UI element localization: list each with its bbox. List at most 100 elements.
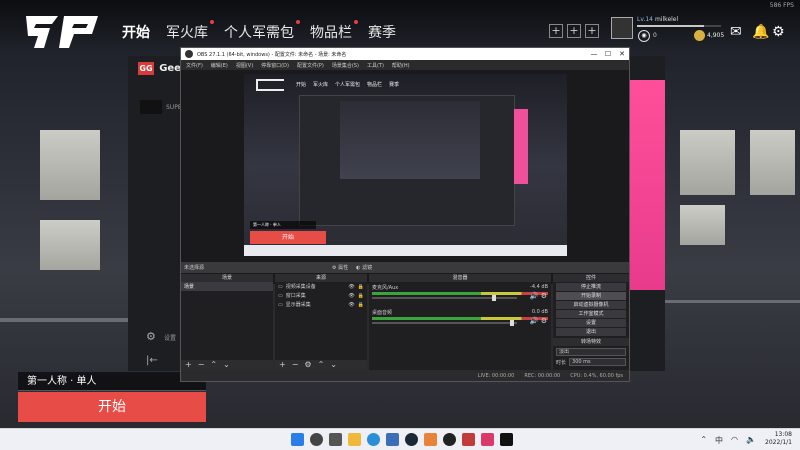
taskbar-clock[interactable]: 13:08 2022/1/1	[765, 431, 792, 447]
bg-rail	[0, 318, 128, 322]
transition-select[interactable]: 淡出	[556, 348, 626, 356]
lock-icon[interactable]: 🔒	[358, 302, 364, 308]
source-label: 视频采集设备	[285, 284, 316, 290]
taskbar-apps	[291, 433, 513, 446]
edge-icon[interactable]	[367, 433, 380, 446]
start-recording-button[interactable]: 开始录制	[556, 292, 626, 300]
menu-help[interactable]: 帮助(H)	[392, 62, 410, 69]
store-icon[interactable]	[386, 433, 399, 446]
speaker-gear-icon[interactable]: 🔊 ⚙	[530, 317, 547, 325]
party-slot-button[interactable]: +	[549, 24, 563, 38]
scenes-panel: 场景 场景 + − ⌃ ⌄	[181, 274, 273, 370]
channel-name: 麦克风/Aux	[372, 285, 399, 291]
preview-nav-item: 赛季	[389, 82, 400, 88]
speaker-gear-icon[interactable]: 🔊 ⚙	[530, 292, 547, 300]
lock-icon[interactable]: 🔒	[358, 293, 364, 299]
close-icon[interactable]: ✕	[615, 50, 629, 58]
up-icon[interactable]: ⌃	[210, 360, 217, 370]
obs-taskbar-icon[interactable]	[443, 433, 456, 446]
menu-view[interactable]: 视图(V)	[236, 62, 253, 69]
collapse-icon[interactable]: |←	[146, 355, 158, 366]
eye-icon[interactable]: 👁	[348, 293, 354, 299]
nav-inventory[interactable]: 物品栏	[310, 20, 358, 42]
menu-scene-collection[interactable]: 场景集合(S)	[332, 62, 359, 69]
steam-icon[interactable]	[405, 433, 418, 446]
party-slot-button[interactable]: +	[585, 24, 599, 38]
party-slot-button[interactable]: +	[567, 24, 581, 38]
start-menu-icon[interactable]	[291, 433, 304, 446]
minimize-icon[interactable]: —	[587, 50, 601, 58]
volume-icon[interactable]: 🔈	[746, 435, 756, 446]
duration-input[interactable]: 300 ms	[569, 358, 626, 366]
source-item[interactable]: ▭ 显示器采集 👁 🔒	[275, 300, 367, 309]
volume-slider[interactable]	[372, 320, 517, 326]
nav-season[interactable]: 赛季	[368, 22, 396, 42]
volume-thumb[interactable]	[510, 320, 514, 326]
super-logo-icon	[140, 100, 162, 114]
down-icon[interactable]: ⌄	[223, 360, 230, 370]
eye-icon[interactable]: 👁	[348, 302, 354, 308]
bell-icon[interactable]: 🔔	[752, 24, 769, 40]
file-explorer-icon[interactable]	[348, 433, 361, 446]
menu-docks[interactable]: 停靠窗口(D)	[261, 62, 289, 69]
source-item[interactable]: ▭ 视频采集设备 👁 🔒	[275, 282, 367, 291]
windows-taskbar: ⌃ 中 ◠ 🔈 13:08 2022/1/1	[0, 428, 800, 450]
mail-icon[interactable]: ✉	[730, 24, 742, 40]
volume-thumb[interactable]	[492, 295, 496, 301]
game-logo	[26, 16, 98, 48]
menu-profile[interactable]: 配置文件(P)	[297, 62, 324, 69]
task-view-icon[interactable]	[329, 433, 342, 446]
avatar[interactable]	[611, 17, 633, 39]
ime-indicator[interactable]: 中	[715, 435, 723, 446]
add-icon[interactable]: +	[279, 360, 286, 370]
mode-selector[interactable]: 第一人称 · 单人	[18, 372, 206, 391]
exit-button[interactable]: 退出	[556, 328, 626, 336]
app-icon[interactable]	[481, 433, 494, 446]
studio-mode-button[interactable]: 工作室模式	[556, 310, 626, 318]
obs-preview[interactable]: 开始 军火库 个人军需包 物品栏 赛季 第一人称 · 单人 开始	[181, 70, 629, 284]
gear-icon[interactable]: ⚙	[772, 24, 785, 40]
wifi-icon[interactable]: ◠	[731, 435, 738, 446]
properties-button[interactable]: ⚙ 属性	[332, 264, 348, 271]
add-icon[interactable]: +	[185, 360, 192, 370]
selection-bar: 未选择源 ⚙ 属性 ◐ 滤镜	[181, 262, 629, 273]
lock-icon[interactable]: 🔒	[358, 284, 364, 290]
search-icon[interactable]	[310, 433, 323, 446]
remove-icon[interactable]: −	[292, 360, 299, 370]
volume-slider[interactable]	[372, 295, 517, 301]
chevron-up-icon[interactable]: ⌃	[700, 435, 707, 446]
down-icon[interactable]: ⌄	[330, 360, 337, 370]
menu-tools[interactable]: 工具(T)	[367, 62, 384, 69]
sources-toolbar: + − ⚙ ⌃ ⌄	[275, 360, 367, 370]
preview-nav-item: 开始	[296, 82, 307, 88]
nav-kit-label: 个人军需包	[224, 25, 294, 41]
gear-icon[interactable]: ⚙	[304, 360, 311, 370]
nav-arsenal-label: 军火库	[166, 25, 208, 41]
app-icon[interactable]	[424, 433, 437, 446]
nav-arsenal[interactable]: 军火库	[166, 20, 214, 42]
virtual-camera-button[interactable]: 启动虚拟摄像机	[556, 301, 626, 309]
eye-icon[interactable]: 👁	[348, 284, 354, 290]
remove-icon[interactable]: −	[198, 360, 205, 370]
bg-window	[40, 130, 100, 200]
nav-kit[interactable]: 个人军需包	[224, 20, 300, 42]
controls-title: 控件	[553, 274, 629, 282]
maximize-icon[interactable]: ☐	[601, 50, 615, 58]
source-label: 窗口采集	[285, 293, 306, 299]
nav-start[interactable]: 开始	[122, 22, 150, 42]
player-name: milkelel	[655, 16, 679, 23]
up-icon[interactable]: ⌃	[318, 360, 325, 370]
stop-streaming-button[interactable]: 停止推流	[556, 283, 626, 291]
menu-edit[interactable]: 编辑(E)	[211, 62, 228, 69]
scenes-toolbar: + − ⌃ ⌄	[181, 360, 273, 370]
source-item[interactable]: ▭ 窗口采集 👁 🔒	[275, 291, 367, 300]
scene-item[interactable]: 场景	[181, 282, 273, 291]
filters-button[interactable]: ◐ 滤镜	[356, 264, 372, 271]
settings-gear-icon[interactable]: ⚙	[146, 330, 156, 343]
settings-button[interactable]: 设置	[556, 319, 626, 327]
transitions-title: 转场特效	[553, 338, 629, 346]
menu-file[interactable]: 文件(F)	[186, 62, 203, 69]
game-taskbar-icon[interactable]	[500, 433, 513, 446]
geegee-taskbar-icon[interactable]	[462, 433, 475, 446]
start-button[interactable]: 开始	[18, 392, 206, 422]
